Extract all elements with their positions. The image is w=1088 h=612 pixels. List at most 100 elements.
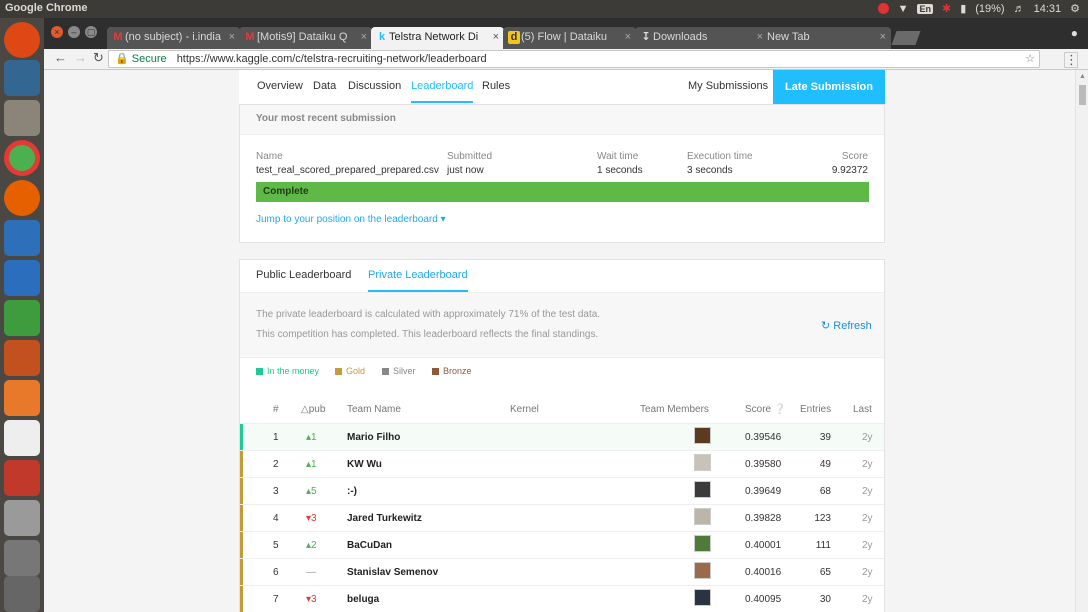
rank: 6 <box>273 567 279 578</box>
back-icon[interactable]: ← <box>54 50 67 65</box>
nav-data[interactable]: Data <box>313 80 336 101</box>
tab-title: (5) Flow | Dataiku <box>521 31 607 43</box>
legend-swatch <box>432 367 439 375</box>
leaderboard-note: The private leaderboard is calculated wi… <box>240 292 884 358</box>
avatar[interactable] <box>694 562 711 579</box>
leaderboard-row[interactable]: 7 ▾3 beluga 0.40095 30 2y <box>240 585 884 612</box>
last-submission: 2y <box>862 486 873 497</box>
leaderboard-row[interactable]: 2 ▴1 KW Wu 0.39580 49 2y <box>240 450 884 478</box>
last-submission: 2y <box>862 459 873 470</box>
bluetooth-icon[interactable]: ✱ <box>942 2 951 15</box>
team-name: BaCuDan <box>347 540 393 551</box>
page-scrollbar[interactable]: ▲ <box>1075 70 1088 612</box>
close-window-button[interactable]: × <box>51 26 63 38</box>
impress-icon[interactable] <box>4 340 40 376</box>
score: 0.39828 <box>745 513 782 524</box>
browser-tab[interactable]: ↧ Downloads × <box>635 27 768 49</box>
workspace-icon[interactable] <box>4 540 40 576</box>
avatar[interactable] <box>694 508 711 525</box>
jump-to-position-link[interactable]: Jump to your position on the leaderboard… <box>256 214 446 225</box>
firefox-icon[interactable] <box>4 180 40 216</box>
software-center-icon[interactable] <box>4 380 40 416</box>
leaderboard-row[interactable]: 1 ▴1 Mario Filho 0.39546 39 2y <box>240 423 884 451</box>
legend-swatch <box>256 367 263 375</box>
last-submission: 2y <box>862 432 873 443</box>
no-entry-icon[interactable] <box>877 3 889 14</box>
close-tab-icon[interactable]: × <box>880 27 886 48</box>
score: 0.40001 <box>745 540 782 551</box>
leaderboard-row[interactable]: 5 ▴2 BaCuDan 0.40001 111 2y <box>240 531 884 559</box>
scroll-up-icon[interactable]: ▲ <box>1079 73 1086 80</box>
trash-icon[interactable] <box>4 576 40 612</box>
close-tab-icon[interactable]: × <box>361 27 367 48</box>
col-entries: Entries <box>800 404 832 415</box>
help-icon[interactable]: ❔ <box>774 404 786 415</box>
system-settings-icon[interactable] <box>4 460 40 496</box>
wifi-icon[interactable]: ▼ <box>898 3 909 15</box>
reload-icon[interactable]: ↻ <box>93 50 104 66</box>
downloader-icon[interactable] <box>4 220 40 256</box>
avatar[interactable] <box>694 427 711 444</box>
new-tab-button[interactable] <box>891 31 921 45</box>
calc-icon[interactable] <box>4 300 40 336</box>
legend-label: Bronze <box>443 366 472 376</box>
my-submissions-link[interactable]: My Submissions <box>688 80 768 101</box>
score-value: 9.92372 <box>831 165 868 176</box>
lock-icon: 🔒 <box>115 53 129 65</box>
nav-discussion[interactable]: Discussion <box>348 80 401 101</box>
browser-tab[interactable]: New Tab × <box>763 27 891 49</box>
browser-tab[interactable]: M (no subject) - i.india × <box>107 27 240 49</box>
entries: 123 <box>814 513 831 524</box>
rank-change-value: 3 <box>311 594 317 605</box>
avatar[interactable] <box>694 481 711 498</box>
maximize-window-button[interactable]: ▢ <box>85 26 97 38</box>
browser-tab-active[interactable]: k Telstra Network Di × <box>371 27 504 49</box>
tab-public-leaderboard[interactable]: Public Leaderboard <box>256 260 351 292</box>
close-tab-icon[interactable]: × <box>493 27 499 48</box>
browser-tab[interactable]: M [Motis9] Dataiku Q × <box>239 27 372 49</box>
avatar[interactable] <box>694 454 711 471</box>
profile-icon[interactable]: ● <box>1071 26 1078 40</box>
nav-overview[interactable]: Overview <box>257 80 303 101</box>
col-team-name: Team Name <box>347 404 401 415</box>
chrome-icon[interactable] <box>4 140 40 176</box>
nav-leaderboard[interactable]: Leaderboard <box>411 80 474 103</box>
status-bar: Complete <box>256 182 869 202</box>
postgresql-icon[interactable] <box>4 60 40 96</box>
nav-rules[interactable]: Rules <box>482 80 510 101</box>
chrome-menu-icon[interactable]: ⋮ <box>1064 52 1078 68</box>
refresh-button[interactable]: ↻ Refresh <box>821 319 872 332</box>
clock[interactable]: 14:31 <box>1034 3 1062 15</box>
amazon-icon[interactable] <box>4 420 40 456</box>
bookmark-star-icon[interactable]: ☆ <box>1025 51 1035 67</box>
avatar[interactable] <box>694 535 711 552</box>
tab-private-leaderboard[interactable]: Private Leaderboard <box>368 260 468 292</box>
close-tab-icon[interactable]: × <box>229 27 235 48</box>
forward-icon[interactable]: → <box>74 50 87 65</box>
keyboard-layout[interactable]: En <box>917 3 933 14</box>
scroll-thumb[interactable] <box>1079 85 1086 105</box>
score-label: Score <box>841 151 868 162</box>
settings-gear-icon[interactable]: ⚙ <box>1070 2 1080 15</box>
drive-icon[interactable] <box>4 500 40 536</box>
writer-icon[interactable] <box>4 260 40 296</box>
name-label: Name <box>256 151 283 162</box>
address-bar[interactable]: 🔒 Secure https://www.kaggle.com/c/telstr… <box>108 50 1040 68</box>
avatar[interactable] <box>694 589 711 606</box>
files-icon[interactable] <box>4 100 40 136</box>
battery-icon[interactable]: ▮ <box>960 2 966 15</box>
battery-percent[interactable]: (19%) <box>975 3 1004 15</box>
close-tab-icon[interactable]: × <box>625 27 631 48</box>
leaderboard-row[interactable]: 3 ▴5:-) 0.39649 68 2y <box>240 477 884 505</box>
leaderboard-row[interactable]: 6 — Stanislav Semenov 0.40016 65 2y <box>240 558 884 586</box>
ubuntu-dash-icon[interactable] <box>4 22 40 58</box>
col-score[interactable]: Score ❔ <box>745 404 786 415</box>
minimize-window-button[interactable]: – <box>68 26 80 38</box>
late-submission-button[interactable]: Late Submission <box>773 70 885 104</box>
browser-tab[interactable]: d (5) Flow | Dataiku × <box>503 27 636 49</box>
recent-submission-header: Your most recent submission <box>240 105 884 135</box>
rank: 4 <box>273 513 279 524</box>
rank-change-value: 1 <box>311 459 317 470</box>
volume-icon[interactable]: ♬ <box>1014 3 1025 15</box>
leaderboard-row[interactable]: 4 ▾3 Jared Turkewitz 0.39828 123 2y <box>240 504 884 532</box>
